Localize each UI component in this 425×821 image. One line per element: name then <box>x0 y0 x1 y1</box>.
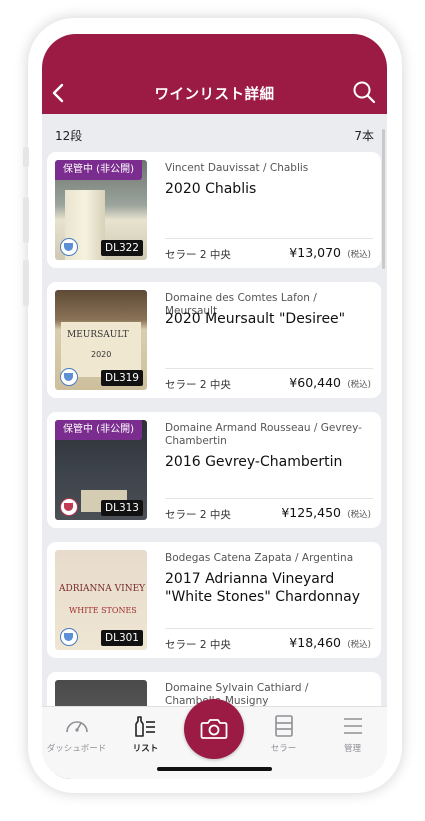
gauge-icon <box>65 721 88 733</box>
price: ¥125,450 <box>281 505 341 520</box>
wine-photo: ADRIANNA VINEY WHITE STONES DL301 <box>55 550 147 650</box>
mute-switch <box>23 147 29 167</box>
tab-cellar[interactable]: セラー <box>249 713 318 754</box>
price: ¥13,070 <box>289 245 341 260</box>
white-wine-icon <box>60 368 78 386</box>
tax-label: (税込) <box>347 640 371 650</box>
cellar-icon <box>274 715 293 737</box>
shelf-summary-bar <box>42 114 387 152</box>
shelf-label: 12段 <box>55 129 83 143</box>
private-badge: 保管中 (非公開) <box>55 420 142 440</box>
cellar-location: セラー 2 中央 <box>165 379 231 391</box>
divider <box>165 368 373 369</box>
wine-list-icon <box>134 716 155 737</box>
wine-name: 2017 Adrianna Vineyard "White Stones" Ch… <box>165 571 361 605</box>
white-wine-icon <box>60 628 78 646</box>
divider <box>165 238 373 239</box>
bottle-label-text: ADRIANNA VINEY <box>59 584 146 594</box>
wine-name: 2020 Chablis <box>165 181 257 197</box>
tax-label: (税込) <box>347 510 371 520</box>
dl-badge: DL313 <box>101 500 143 516</box>
cellar-location: セラー 2 中央 <box>165 249 231 261</box>
tab-label: セラー <box>270 744 297 754</box>
price: ¥60,440 <box>289 375 341 390</box>
bottle-label-text: MEURSAULT <box>67 330 129 340</box>
wine-card[interactable]: MEURSAULT 2020 DL319 Domaine des Comtes … <box>47 282 381 398</box>
home-indicator <box>157 767 272 771</box>
divider <box>165 628 373 629</box>
producer-name: Bodegas Catena Zapata / Argentina <box>165 552 354 564</box>
producer-name: Domaine Armand Rousseau / Gevrey-Chamber… <box>165 422 362 447</box>
camera-button[interactable] <box>184 699 244 759</box>
app-screen: ワインリスト詳細 12段 7本 保管中 (非公開) DL322 Vincent … <box>42 34 387 779</box>
navigation-header: ワインリスト詳細 <box>42 34 387 114</box>
dl-badge: DL322 <box>101 240 143 256</box>
camera-icon <box>200 719 228 739</box>
tab-manage[interactable]: 管理 <box>318 713 387 754</box>
wine-card[interactable]: 保管中 (非公開) DL322 Vincent Dauvissat / Chab… <box>47 152 381 268</box>
volume-up-button <box>23 197 29 243</box>
volume-down-button <box>23 260 29 306</box>
tax-label: (税込) <box>347 380 371 390</box>
dl-badge: DL301 <box>101 630 143 646</box>
price: ¥18,460 <box>289 635 341 650</box>
wine-photo: 保管中 (非公開) DL313 <box>55 420 147 520</box>
wine-name: 2016 Gevrey-Chambertin <box>165 454 343 470</box>
wine-name: 2020 Meursault "Desiree" <box>165 311 346 327</box>
menu-icon <box>343 718 362 734</box>
producer-name: Vincent Dauvissat / Chablis <box>165 162 309 174</box>
wine-card[interactable]: 保管中 (非公開) DL313 Domaine Armand Rousseau … <box>47 412 381 528</box>
wine-card[interactable]: ADRIANNA VINEY WHITE STONES DL301 Bodega… <box>47 542 381 658</box>
scrollbar[interactable] <box>382 129 385 269</box>
tab-label: 管理 <box>343 744 361 754</box>
tab-dashboard[interactable]: ダッシュボード <box>42 713 111 754</box>
cellar-location: セラー 2 中央 <box>165 509 231 521</box>
bottle-label-text: WHITE STONES <box>69 606 137 615</box>
page-title: ワインリスト詳細 <box>154 87 275 103</box>
bottle-count: 7本 <box>354 129 374 143</box>
private-badge: 保管中 (非公開) <box>55 160 142 180</box>
red-wine-icon <box>60 498 78 516</box>
wine-photo: 保管中 (非公開) DL322 <box>55 160 147 260</box>
wine-photo: MEURSAULT 2020 DL319 <box>55 290 147 390</box>
bottle-label-text: 2020 <box>91 350 112 359</box>
divider <box>165 498 373 499</box>
cellar-location: セラー 2 中央 <box>165 639 231 651</box>
white-wine-icon <box>60 238 78 256</box>
tax-label: (税込) <box>347 250 371 260</box>
tab-label: リスト <box>132 744 159 754</box>
tab-list[interactable]: リスト <box>111 713 180 754</box>
tab-label: ダッシュボード <box>46 744 107 754</box>
search-icon[interactable] <box>352 80 376 104</box>
dl-badge: DL319 <box>101 370 143 386</box>
